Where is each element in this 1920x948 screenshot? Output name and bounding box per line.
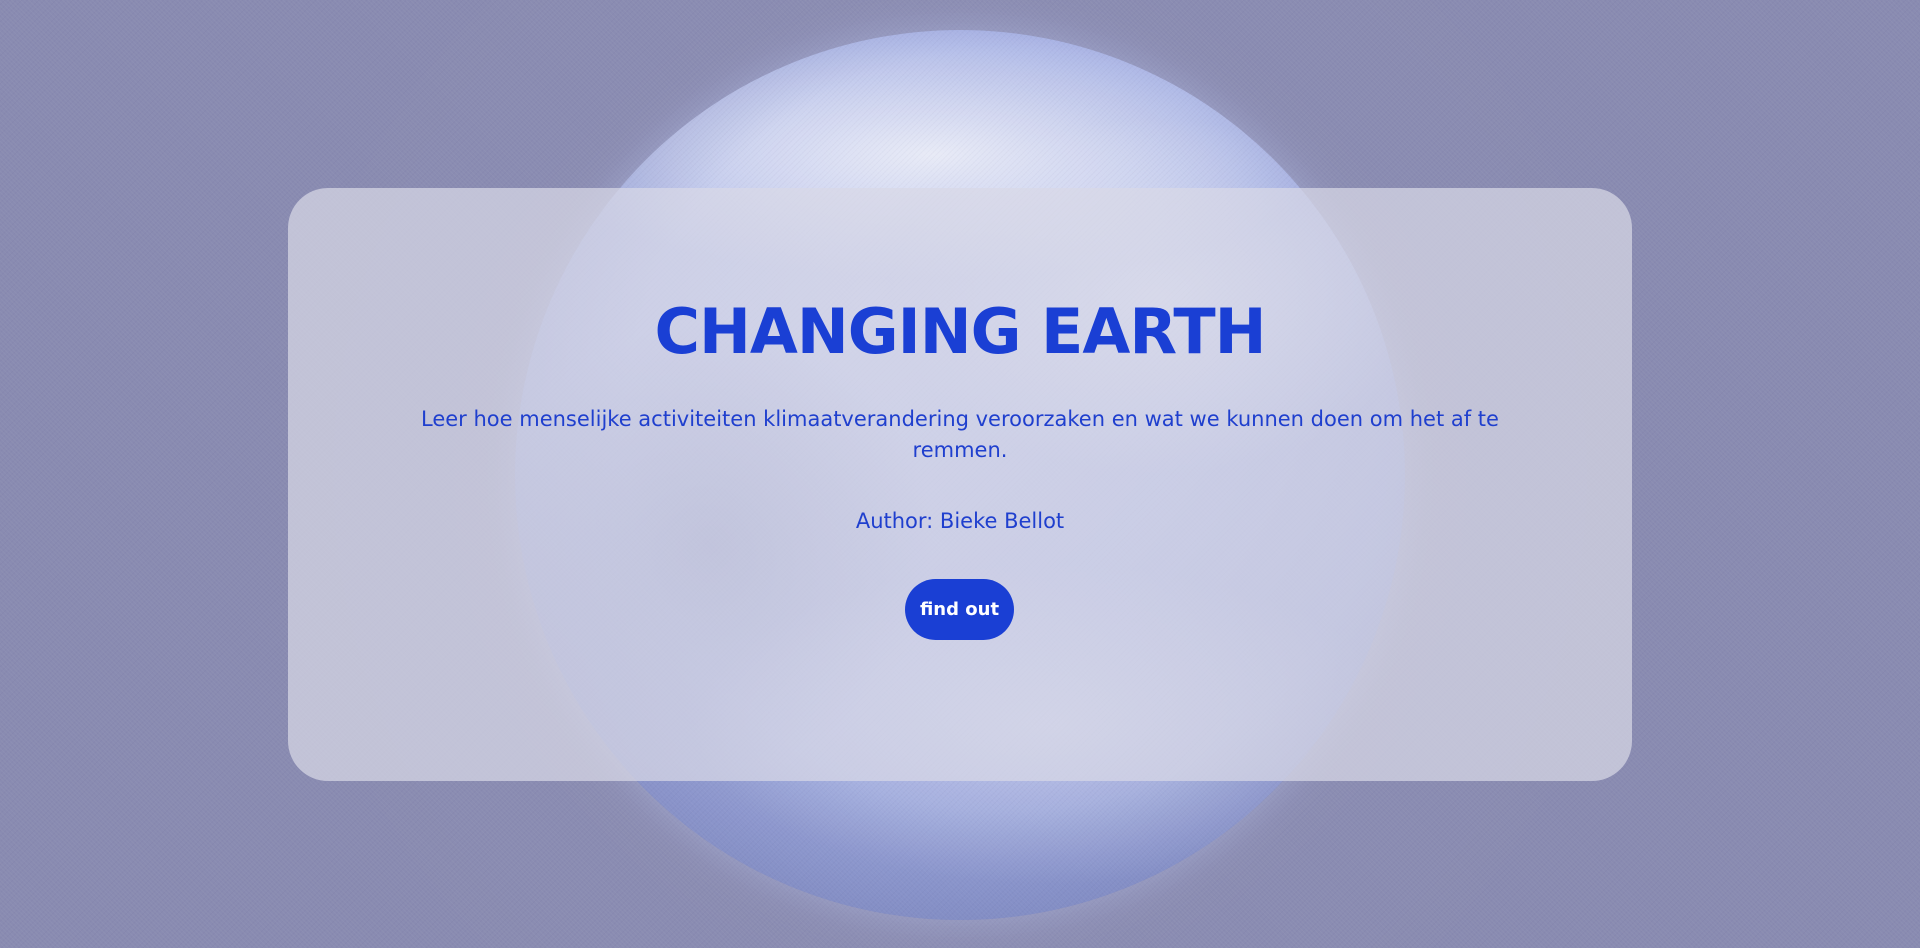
find-out-button[interactable]: find out [905,579,1014,640]
hero-description: Leer hoe menselijke activiteiten klimaat… [421,407,1499,462]
hero-card: CHANGING EARTH Leer hoe menselijke activ… [288,188,1632,781]
page-title: CHANGING EARTH [654,295,1266,368]
author-label: Author: Bieke Bellot [855,509,1065,533]
